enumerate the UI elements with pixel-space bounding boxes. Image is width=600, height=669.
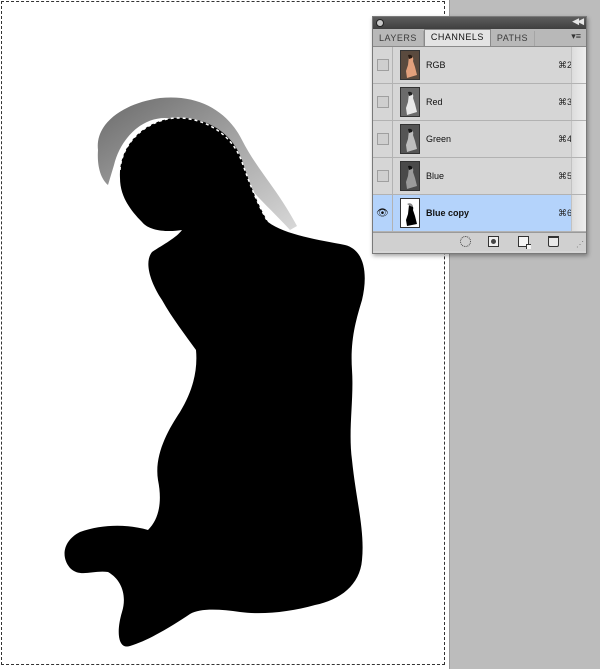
panel-tabs: LAYERS CHANNELS PATHS ▾≡ bbox=[373, 29, 586, 47]
new-channel-icon[interactable] bbox=[518, 236, 531, 249]
visibility-toggle[interactable] bbox=[373, 84, 393, 120]
panel-bottom-bar: ⋰ bbox=[373, 232, 586, 251]
resize-grip-icon[interactable]: ⋰ bbox=[576, 240, 584, 249]
eye-icon[interactable]: 👁 bbox=[376, 208, 389, 219]
channel-row-rgb[interactable]: RGB ⌘2 bbox=[373, 47, 586, 84]
channel-name: Blue bbox=[426, 171, 445, 181]
channel-name: Green bbox=[426, 134, 452, 144]
scrollbar-track[interactable] bbox=[571, 84, 586, 120]
tab-layers[interactable]: LAYERS bbox=[373, 31, 424, 46]
panel-titlebar[interactable]: ◀◀ bbox=[373, 16, 586, 29]
channel-thumbnail bbox=[400, 124, 420, 154]
scrollbar-track[interactable] bbox=[571, 121, 586, 157]
scrollbar-track[interactable] bbox=[571, 195, 586, 231]
scrollbar-track[interactable] bbox=[571, 47, 586, 83]
close-icon[interactable] bbox=[376, 19, 384, 27]
channel-row-red[interactable]: Red ⌘3 bbox=[373, 84, 586, 121]
channel-list: RGB ⌘2 Red ⌘3 Green ⌘4 Blue ⌘5 👁 Blue co… bbox=[373, 47, 586, 232]
channel-name: RGB bbox=[426, 60, 446, 70]
channel-thumbnail bbox=[400, 87, 420, 117]
channel-row-blue[interactable]: Blue ⌘5 bbox=[373, 158, 586, 195]
channel-name: Blue copy bbox=[426, 208, 470, 218]
load-channel-as-selection-icon[interactable] bbox=[460, 236, 471, 247]
channel-name: Red bbox=[426, 97, 443, 107]
tab-paths[interactable]: PATHS bbox=[491, 31, 536, 46]
tab-channels[interactable]: CHANNELS bbox=[423, 29, 491, 46]
panel-menu-icon[interactable]: ▾≡ bbox=[571, 31, 581, 42]
save-selection-as-channel-icon[interactable] bbox=[488, 236, 499, 247]
visibility-box bbox=[376, 170, 389, 182]
collapse-icon[interactable]: ◀◀ bbox=[572, 16, 584, 27]
delete-channel-icon[interactable] bbox=[548, 236, 559, 247]
visibility-box bbox=[376, 133, 389, 145]
visibility-toggle[interactable]: 👁 bbox=[373, 195, 393, 231]
visibility-toggle[interactable] bbox=[373, 158, 393, 194]
channel-row-green[interactable]: Green ⌘4 bbox=[373, 121, 586, 158]
channel-thumbnail bbox=[400, 198, 420, 228]
channels-panel[interactable]: ◀◀ LAYERS CHANNELS PATHS ▾≡ RGB ⌘2 Red ⌘… bbox=[372, 16, 587, 254]
visibility-toggle[interactable] bbox=[373, 47, 393, 83]
visibility-toggle[interactable] bbox=[373, 121, 393, 157]
visibility-box bbox=[376, 59, 389, 71]
scrollbar-track[interactable] bbox=[571, 158, 586, 194]
channel-thumbnail bbox=[400, 161, 420, 191]
channel-row-blue-copy[interactable]: 👁 Blue copy ⌘6 bbox=[373, 195, 586, 232]
visibility-box bbox=[376, 96, 389, 108]
channel-thumbnail bbox=[400, 50, 420, 80]
